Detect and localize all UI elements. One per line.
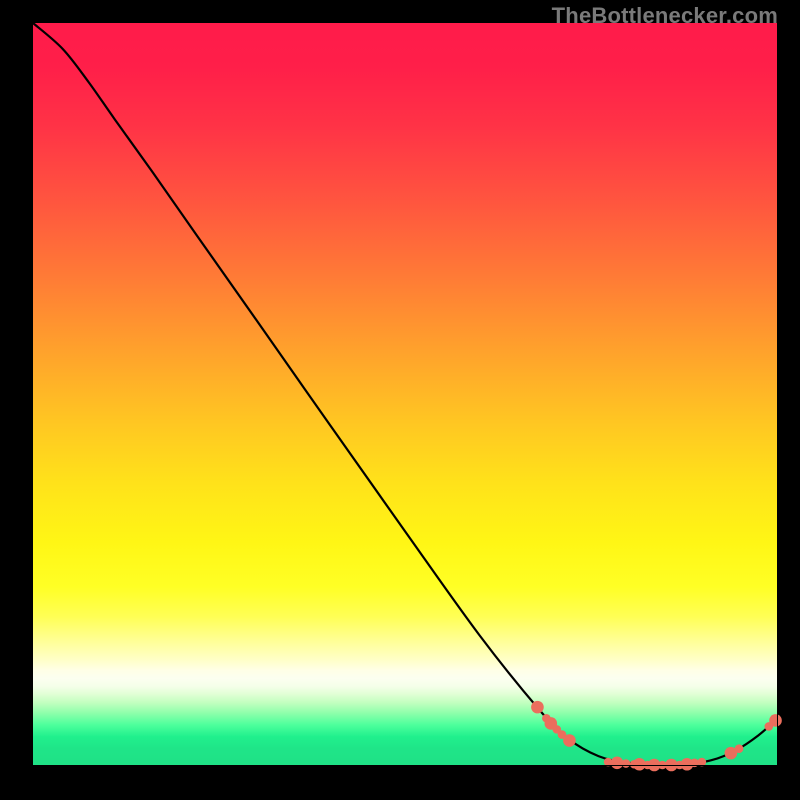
watermark-text: TheBottlenecker.com <box>552 3 778 29</box>
data-point-marker <box>611 756 624 769</box>
data-point-marker <box>622 759 631 768</box>
data-point-marker <box>690 758 699 767</box>
chart-svg <box>33 23 777 765</box>
data-point-marker <box>698 758 707 767</box>
data-point-marker <box>735 744 744 753</box>
data-point-marker <box>563 734 576 747</box>
bottleneck-curve <box>33 23 777 765</box>
data-point-marker <box>769 714 782 727</box>
data-point-marker <box>531 701 544 714</box>
